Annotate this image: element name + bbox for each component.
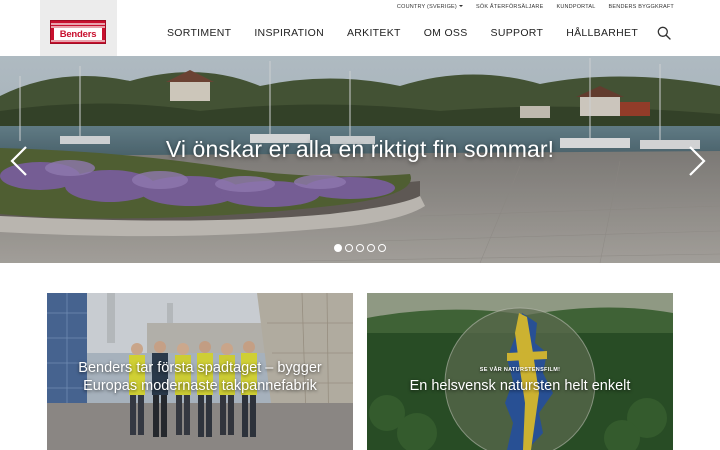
find-retailer-link[interactable]: SÖK ÅTERFÖRSÄLJARE	[476, 4, 543, 10]
nav-item-hallbarhet[interactable]: HÅLLBARHET	[566, 27, 638, 39]
logo-container[interactable]: Benders	[40, 0, 117, 56]
utility-nav: COUNTRY (SVERIGE) SÖK ÅTERFÖRSÄLJARE KUN…	[384, 4, 674, 10]
slider-dot[interactable]	[356, 244, 364, 252]
slider-dot[interactable]	[345, 244, 353, 252]
hero-title: Vi önskar er alla en riktigt fin sommar!	[165, 136, 555, 162]
customer-portal-link[interactable]: KUNDPORTAL	[556, 4, 595, 10]
caret-down-icon	[458, 5, 463, 7]
slider-dots	[334, 244, 386, 252]
card-kicker: SE VÅR NATURSTENSFILM!	[479, 367, 561, 373]
news-card-natursten[interactable]: SE VÅR NATURSTENSFILM! En helsvensk natu…	[367, 293, 673, 450]
slider-dot[interactable]	[367, 244, 375, 252]
nav-item-inspiration[interactable]: INSPIRATION	[254, 27, 324, 39]
hero-slider[interactable]: Vi önskar er alla en riktigt fin sommar!	[0, 56, 720, 263]
nav-item-arkitekt[interactable]: ARKITEKT	[347, 27, 401, 39]
nav-item-om-oss[interactable]: OM OSS	[424, 27, 468, 39]
chevron-left-icon[interactable]	[8, 144, 30, 178]
chevron-right-icon[interactable]	[686, 144, 708, 178]
slider-dot[interactable]	[334, 244, 342, 252]
country-selector[interactable]: COUNTRY (SVERIGE)	[397, 4, 463, 10]
logo-text: Benders	[59, 28, 97, 40]
nav-item-sortiment[interactable]: SORTIMENT	[167, 27, 231, 39]
news-card-title: En helsvensk natursten helt enkelt	[409, 378, 631, 394]
slider-dot[interactable]	[378, 244, 386, 252]
benders-logo[interactable]: Benders	[50, 20, 106, 44]
search-icon[interactable]	[657, 26, 671, 40]
benders-byggkraft-link[interactable]: BENDERS BYGGKRAFT	[609, 4, 674, 10]
site-header: Benders COUNTRY (SVERIGE) SÖK ÅTERFÖRSÄL…	[0, 0, 720, 56]
main-nav: SORTIMENT INSPIRATION ARKITEKT OM OSS SU…	[167, 27, 661, 39]
news-card-factory[interactable]: Benders tar första spadtaget – bygger Eu…	[47, 293, 353, 450]
news-card-title: Benders tar första spadtaget – bygger Eu…	[78, 360, 322, 394]
nav-item-support[interactable]: SUPPORT	[491, 27, 544, 39]
